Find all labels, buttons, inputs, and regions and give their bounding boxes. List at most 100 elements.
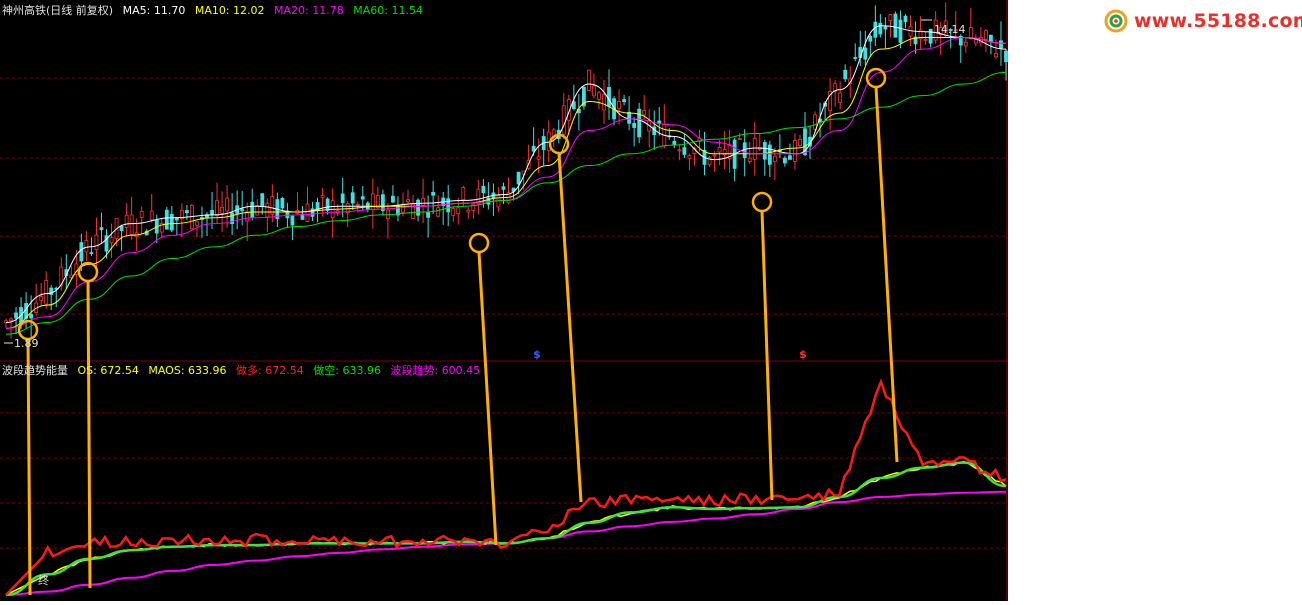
candle-body <box>320 195 325 198</box>
candle-body <box>592 85 596 97</box>
candle-body <box>99 227 104 231</box>
stock-chart[interactable]: 14.14 1.89 $ $ 终 神州高铁(日线 前复权) MA5: 11.70 MA1… <box>0 0 1008 601</box>
candle-body <box>873 21 878 38</box>
signal-connector <box>477 251 498 546</box>
ma20-label: MA20: <box>274 4 309 17</box>
candle-body <box>195 221 199 226</box>
candle-body <box>29 314 34 319</box>
candle-body <box>597 92 601 100</box>
site-url: www.55188.com <box>1134 10 1302 32</box>
candle-body <box>587 69 591 91</box>
trend-readout: 波段趋势: 600.45 <box>390 364 480 377</box>
candle-body <box>9 318 13 322</box>
ma60-value: 11.54 <box>391 4 423 17</box>
candle-body <box>456 207 461 215</box>
candle-body <box>928 28 933 44</box>
candle-body <box>898 19 903 43</box>
ma60-label: MA60: <box>353 4 388 17</box>
candle-body <box>370 193 375 211</box>
candle-body <box>340 193 345 204</box>
indicator-title: 波段趋势能量 <box>2 364 68 377</box>
candle-body <box>772 155 777 163</box>
candle-body <box>360 196 365 200</box>
candle-body <box>280 197 285 209</box>
site-watermark: www.55188.com <box>1104 8 1302 34</box>
candle-body <box>240 208 245 212</box>
candle-body <box>215 200 219 216</box>
ma-line-ma20 <box>5 36 1007 329</box>
candle-body <box>391 195 395 203</box>
chart-canvas[interactable]: 14.14 1.89 $ $ 终 <box>0 0 1008 601</box>
candle-body <box>622 99 626 103</box>
signal-connector <box>557 152 583 503</box>
candle-body <box>672 140 677 145</box>
indicator-panel-header: 波段趋势能量 OS: 672.54 MAOS: 633.96 做多: 672.5… <box>2 364 486 377</box>
candle-body <box>752 137 757 160</box>
candle-body <box>868 35 873 42</box>
candle-body <box>863 47 868 60</box>
candle-body <box>617 100 621 110</box>
candle-body <box>677 149 682 152</box>
signal-dollar-marker: $ <box>799 348 807 361</box>
candle-body <box>923 39 928 41</box>
stock-title: 神州高铁(日线 前复权) <box>2 4 114 17</box>
candle-body <box>290 215 295 226</box>
os-value: 672.54 <box>100 364 139 377</box>
candle-body <box>406 199 410 203</box>
candle-body <box>501 186 506 190</box>
ma20-readout: MA20: 11.78 <box>274 4 344 17</box>
maos-value: 633.96 <box>188 364 227 377</box>
candle-body <box>210 209 214 216</box>
candle-body <box>431 192 436 196</box>
candle-body <box>516 171 521 185</box>
candle-body <box>767 144 772 165</box>
maos-label: MAOS: <box>148 364 185 377</box>
ma60-readout: MA60: 11.54 <box>353 4 423 17</box>
candle-body <box>174 217 179 221</box>
os-label: OS: <box>77 364 97 377</box>
ma-line-ma10 <box>5 37 1007 329</box>
candle-body <box>265 202 270 218</box>
buy-signal-circle <box>77 261 99 283</box>
candle-body <box>627 111 632 124</box>
trend-label: 波段趋势: <box>390 364 439 377</box>
site-logo-icon <box>1104 9 1128 33</box>
candle-body <box>129 214 134 235</box>
candle-body <box>325 198 330 211</box>
candle-body <box>888 14 893 21</box>
ma10-label: MA10: <box>194 4 230 17</box>
candle-body <box>798 139 802 147</box>
candle-body <box>989 34 993 43</box>
ma10-readout: MA10: 12.02 <box>195 4 265 17</box>
candle-body <box>536 156 541 160</box>
candle-body <box>255 205 260 216</box>
candle-body <box>426 212 431 218</box>
candle-body <box>747 157 752 162</box>
zuoduo-line <box>5 378 1007 596</box>
candle-body <box>421 197 425 206</box>
candle-body <box>84 239 89 253</box>
ma5-value: 11.70 <box>153 4 186 17</box>
candle-body <box>838 92 843 103</box>
candle-body <box>782 157 787 164</box>
candle-body <box>355 203 360 206</box>
signal-connector <box>874 86 899 463</box>
candle-body <box>89 252 94 255</box>
candle-body <box>843 69 848 80</box>
zuoduo-readout: 做多: 672.54 <box>236 364 304 377</box>
ma10-value: 12.02 <box>233 4 265 17</box>
ma-line-ma5 <box>5 25 1007 323</box>
candle-body <box>793 140 797 162</box>
candle-body <box>999 40 1003 49</box>
zuokong-line <box>5 461 1007 597</box>
candle-body <box>39 296 44 301</box>
candle-body <box>94 234 99 251</box>
candle-body <box>607 87 611 107</box>
candle-body <box>481 185 486 194</box>
end-marker-label: 终 <box>38 573 49 587</box>
zuoduo-value: 672.54 <box>265 364 304 377</box>
zuokong-label: 做空: <box>313 364 339 377</box>
candle-body <box>682 147 687 155</box>
candle-body <box>350 192 355 204</box>
candle-body <box>602 94 606 111</box>
